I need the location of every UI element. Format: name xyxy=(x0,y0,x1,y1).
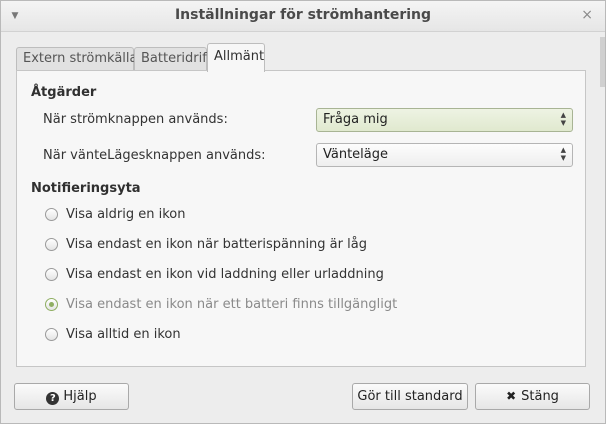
tab-general[interactable]: Allmänt xyxy=(207,43,265,72)
notification-heading: Notifieringsyta xyxy=(31,181,141,196)
spin-arrows-icon: ▲ ▼ xyxy=(560,111,566,127)
suspend-button-select[interactable]: Vänteläge ▲ ▼ xyxy=(316,143,573,167)
radio-button-checked[interactable] xyxy=(45,298,58,311)
help-icon: ? xyxy=(46,392,60,405)
reset-defaults-label: Gör till standard xyxy=(357,389,463,404)
window-edge xyxy=(600,37,605,87)
radio-button[interactable] xyxy=(45,328,58,341)
window-title: Inställningar för strömhantering xyxy=(174,7,432,23)
reset-defaults-button[interactable]: Gör till standard xyxy=(352,383,468,410)
title-bar[interactable]: ▼ Inställningar för strömhantering × xyxy=(1,1,605,32)
radio-label: Visa endast en ikon vid laddning eller u… xyxy=(66,267,384,282)
tab-battery[interactable]: Batteridrift xyxy=(134,47,212,71)
close-button[interactable]: ✖ Stäng xyxy=(475,383,590,410)
help-button-label: Hjälp xyxy=(63,389,97,404)
radio-label: Visa aldrig en ikon xyxy=(66,207,186,222)
radio-button[interactable] xyxy=(45,268,58,281)
spin-arrows-icon: ▲ ▼ xyxy=(560,146,566,162)
power-button-value: Fråga mig xyxy=(323,112,388,127)
suspend-button-label: När vänteLägesknappen används: xyxy=(43,148,266,163)
radio-label: Visa endast en ikon när ett batteri finn… xyxy=(66,297,398,312)
general-panel: Åtgärder När strömknappen används: Fråga… xyxy=(16,70,586,367)
power-button-label: När strömknappen används: xyxy=(43,112,228,127)
suspend-button-value: Vänteläge xyxy=(323,147,389,162)
actions-heading: Åtgärder xyxy=(31,85,97,100)
power-button-select[interactable]: Fråga mig ▲ ▼ xyxy=(316,108,573,132)
close-icon: ✖ xyxy=(506,389,517,403)
radio-button[interactable] xyxy=(45,208,58,221)
radio-button[interactable] xyxy=(45,238,58,251)
close-icon[interactable]: × xyxy=(581,7,593,23)
tab-external-power[interactable]: Extern strömkälla xyxy=(16,47,138,71)
help-button[interactable]: ? Hjälp xyxy=(14,383,129,410)
radio-label: Visa endast en ikon när batterispänning … xyxy=(66,237,367,252)
power-settings-window: ▼ Inställningar för strömhantering × Ext… xyxy=(0,0,606,424)
close-button-label: Stäng xyxy=(521,389,559,404)
radio-label: Visa alltid en ikon xyxy=(66,327,181,342)
